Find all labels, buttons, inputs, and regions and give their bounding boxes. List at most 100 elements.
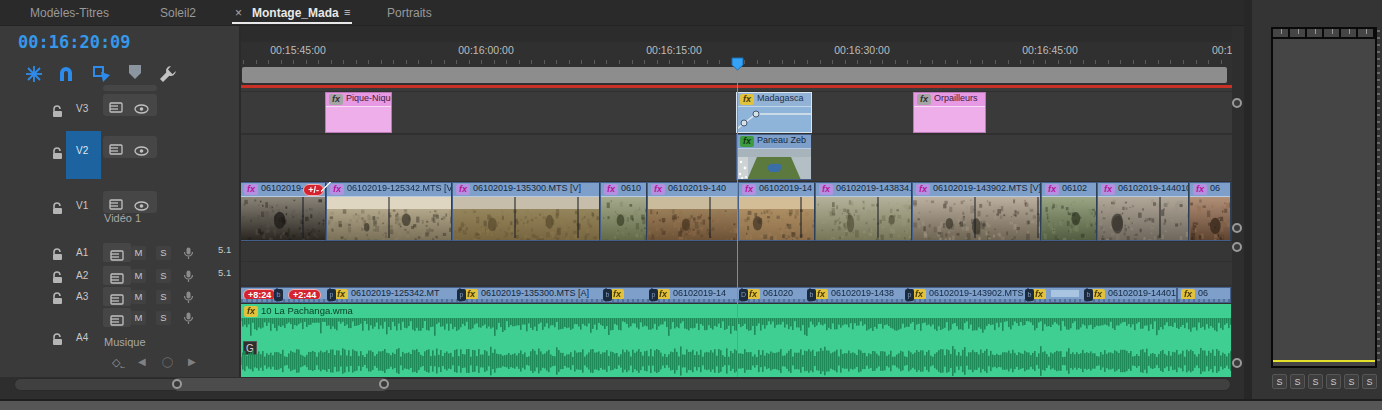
add-keyframe-icon[interactable]: ◯ (162, 356, 173, 367)
voiceover-mic-icon[interactable] (184, 246, 193, 264)
fx-badge[interactable]: fx (916, 184, 930, 195)
audio-transition-badge[interactable]: b (274, 289, 283, 301)
tab-close-icon[interactable]: × (235, 6, 242, 20)
audio-transition-badge[interactable]: b (807, 289, 816, 301)
clip-06102019-143902-mts-v-[interactable]: fx06102019-143902.MTS [V] (912, 182, 1041, 241)
audio-transition-badge[interactable]: b (1025, 289, 1034, 301)
tab-modèles-titres[interactable]: Modèles-Titres (30, 6, 109, 20)
audio-clip-06102019-143902-mts[interactable]: fx06102019-143902.MTS (908, 287, 1028, 303)
clip-06102019-143834-m[interactable]: fx06102019-143834.M (815, 182, 912, 241)
meter-solo-button[interactable]: S (1362, 374, 1377, 389)
music-clip-la-pachanga[interactable]: fx10 La Pachanga.wmaG (240, 304, 1231, 377)
lock-icon-a4[interactable] (52, 332, 63, 345)
mute-button-a3[interactable]: M (131, 290, 146, 304)
audio-transition-badge[interactable]: D (739, 289, 748, 301)
audio-clip--8-24[interactable]: +8:24 (240, 287, 277, 303)
source-assign-a3[interactable] (103, 287, 131, 306)
source-assign-icon[interactable] (110, 312, 124, 330)
meter-solo-button[interactable]: S (1308, 374, 1323, 389)
vscroll2-handle-bottom[interactable] (1232, 358, 1242, 368)
solo-button-a2[interactable]: S (156, 269, 171, 283)
audio-transition-badge[interactable]: b (1084, 289, 1093, 301)
audio-transition-badge[interactable]: b (603, 289, 612, 301)
audio-clip-06102019-1438[interactable]: fx06102019-1438 (810, 287, 908, 303)
vscroll2-handle-top[interactable] (1232, 242, 1242, 252)
keyframe-diamond-icon[interactable]: ◇˾ (112, 356, 125, 369)
prev-keyframe-icon[interactable]: ◀ (138, 356, 146, 367)
mute-button-a1[interactable]: M (131, 246, 146, 260)
fx-badge[interactable]: fx (244, 184, 258, 195)
next-keyframe-icon[interactable]: ▶ (188, 356, 196, 367)
lock-icon-a3[interactable] (52, 291, 63, 304)
clip-paneau-zebu[interactable]: fxPaneau Zeb (736, 134, 812, 180)
clip-06102[interactable]: fx06102 (1041, 182, 1097, 241)
mute-button-a2[interactable]: M (131, 269, 146, 283)
clip-0610[interactable]: fx0610 (600, 182, 647, 241)
linked-selection-icon[interactable] (92, 64, 114, 86)
source-assign-icon[interactable] (110, 270, 124, 288)
track-label-a3[interactable]: A3 (76, 291, 88, 302)
audio-clip-x[interactable]: fx (1028, 287, 1087, 303)
source-assign-icon[interactable] (110, 247, 124, 265)
clip-madagasca[interactable]: fxMadagasca (736, 92, 812, 133)
source-assign-icon[interactable] (110, 291, 124, 309)
nest-sequences-icon[interactable] (24, 64, 46, 86)
fx-badge[interactable]: fx (1193, 184, 1207, 195)
playhead-line[interactable] (737, 58, 738, 377)
hscroll-handle-right[interactable] (379, 379, 389, 389)
audio-clip-06102019-135300-mts-a-[interactable]: fx06102019-135300.MTS [A] (460, 287, 606, 303)
fx-badge[interactable]: fx (1045, 184, 1059, 195)
snap-magnet-icon[interactable] (56, 64, 78, 86)
audio-clip-061020[interactable]: fx061020 (742, 287, 810, 303)
solo-button-a4[interactable]: S (156, 311, 171, 325)
lock-icon-v2[interactable] (52, 146, 63, 159)
fx-badge[interactable]: fx (651, 184, 665, 195)
fx-badge[interactable]: fx (456, 184, 470, 195)
lock-icon-a1[interactable] (52, 247, 63, 260)
audio-transition-badge[interactable]: p (649, 289, 658, 301)
source-assign-a2[interactable] (103, 266, 131, 285)
voiceover-mic-icon[interactable] (184, 269, 193, 287)
clip-06102019-144010[interactable]: fx06102019-144010 (1097, 182, 1189, 241)
tab-soleil2[interactable]: Soleil2 (160, 6, 196, 20)
voiceover-mic-icon[interactable] (184, 311, 193, 329)
playhead-timecode[interactable]: 00:16:20:09 (18, 32, 131, 52)
audio-clip-x[interactable]: fx (606, 287, 652, 303)
solo-button-a1[interactable]: S (156, 246, 171, 260)
clip-06102019-14[interactable]: fx06102019-14 (738, 182, 815, 241)
meter-solo-button[interactable]: S (1272, 374, 1287, 389)
clip-06102019-125342-mts-v-[interactable]: fx06102019-125342.MTS [V] (326, 182, 452, 241)
add-marker-icon[interactable] (128, 64, 150, 86)
timeline-settings-wrench-icon[interactable] (158, 64, 180, 86)
audio-clip-06102019-14[interactable]: fx06102019-14 (652, 287, 742, 303)
source-assign-icon[interactable] (109, 141, 123, 159)
tab-portraits[interactable]: Portraits (387, 6, 432, 20)
tab-montage_mada[interactable]: Montage_Mada (252, 6, 339, 20)
meter-solo-button[interactable]: S (1326, 374, 1341, 389)
fx-badge[interactable]: fx (329, 94, 343, 105)
track-label-v3[interactable]: V3 (76, 103, 88, 114)
clip-pique-nique[interactable]: fxPique-Nique (325, 92, 392, 133)
audio-clip-06102019-144010[interactable]: fx06102019-144010 (1087, 287, 1177, 303)
playhead-marker[interactable] (731, 57, 744, 71)
vscroll-handle-bottom[interactable] (1232, 223, 1242, 233)
audio-transition-badge[interactable]: p (905, 289, 914, 301)
tab-menu-icon[interactable]: ≡ (344, 6, 350, 18)
fx-badge[interactable]: fx (1101, 184, 1115, 195)
source-assign-a1[interactable] (103, 243, 131, 262)
clip-06102019-140[interactable]: fx06102019-140 (647, 182, 738, 241)
fx-badge[interactable]: fx (740, 136, 754, 147)
hscroll-thumb[interactable] (172, 378, 389, 391)
fx-badge[interactable]: fx (740, 94, 754, 105)
fx-badge[interactable]: fx (742, 184, 756, 195)
clip-06102019-1[interactable]: fx06102019-1+/- (240, 182, 326, 241)
audio-transition-badge[interactable]: p (327, 289, 336, 301)
fx-badge[interactable]: fx (819, 184, 833, 195)
clip-06102019-135300-mts-v-[interactable]: fx06102019-135300.MTS [V] (452, 182, 600, 241)
toggle-track-output-eye-icon[interactable] (134, 100, 149, 118)
audio-clip--2-44[interactable]: +2:44 (277, 287, 330, 303)
vscroll-handle-top[interactable] (1232, 98, 1242, 108)
clip-06[interactable]: fx06 (1189, 182, 1231, 241)
track-label-v1[interactable]: V1 (76, 200, 88, 211)
fx-badge[interactable]: fx (917, 94, 931, 105)
